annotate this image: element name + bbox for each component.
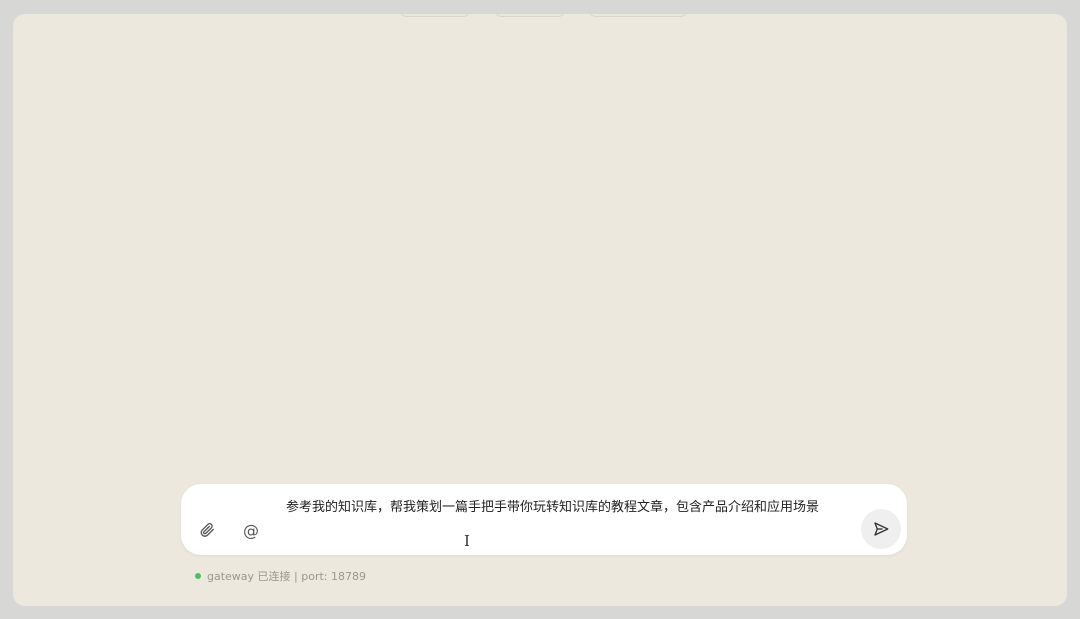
message-input[interactable]: 参考我的知识库，帮我策划一篇手把手带你玩转知识库的教程文章，包含产品介绍和应用场… <box>286 498 846 518</box>
send-button[interactable] <box>861 509 901 549</box>
tab-1[interactable] <box>399 14 471 17</box>
connection-status: gateway 已连接 | port: 18789 <box>195 568 366 584</box>
tab-2[interactable] <box>494 14 566 17</box>
message-composer[interactable]: 参考我的知识库，帮我策划一篇手把手带你玩转知识库的教程文章，包含产品介绍和应用场… <box>181 484 907 555</box>
status-dot <box>195 573 201 579</box>
status-text: gateway 已连接 | port: 18789 <box>207 570 366 583</box>
top-tabs <box>13 14 1067 18</box>
tab-3[interactable] <box>588 14 688 17</box>
at-icon: @ <box>243 520 259 540</box>
mention-button[interactable]: @ <box>237 516 265 544</box>
text-cursor-icon: Ι <box>464 532 470 550</box>
send-icon <box>874 522 889 536</box>
chat-window: 参考我的知识库，帮我策划一篇手把手带你玩转知识库的教程文章，包含产品介绍和应用场… <box>13 14 1067 606</box>
attach-button[interactable] <box>193 516 221 544</box>
paperclip-icon <box>200 523 214 537</box>
